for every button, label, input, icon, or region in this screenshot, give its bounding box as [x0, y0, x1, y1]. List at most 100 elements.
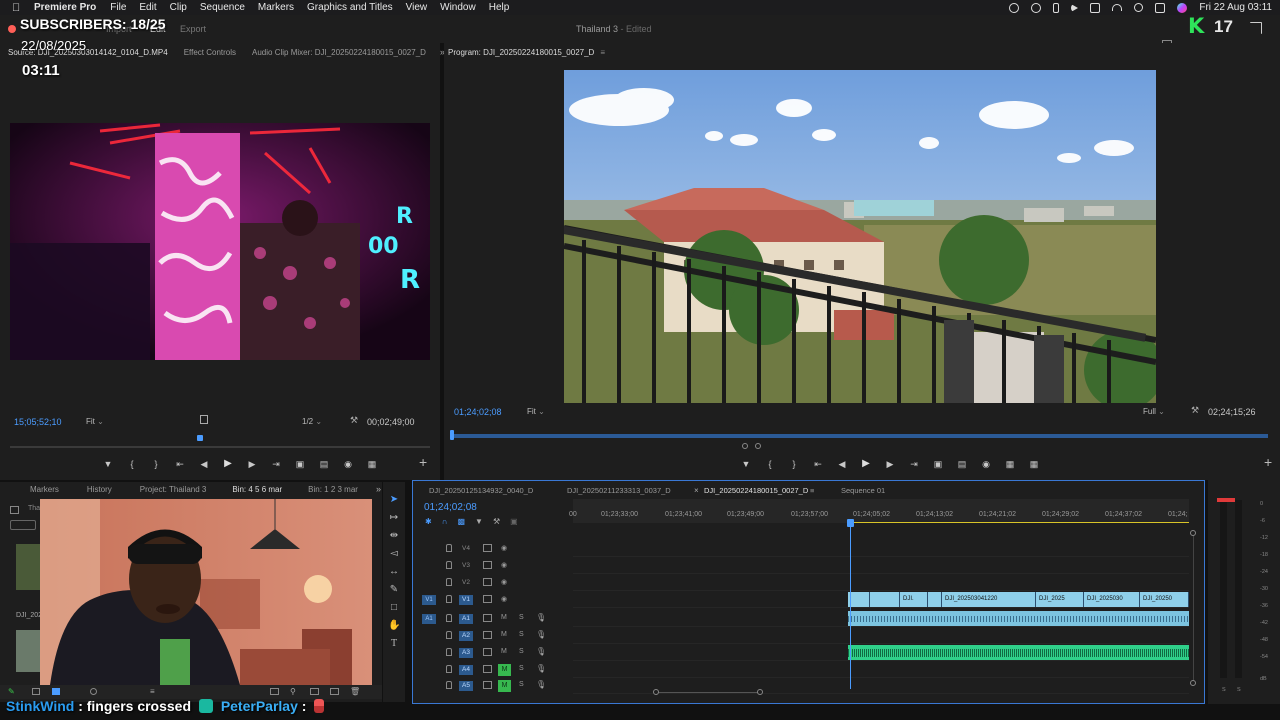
trash-icon[interactable]: 🗑: [350, 687, 360, 696]
mic-icon[interactable]: 🎙: [536, 647, 546, 656]
menu-help[interactable]: Help: [489, 2, 510, 13]
add-button-icon[interactable]: +: [1264, 454, 1272, 470]
zoom-handle-left[interactable]: [742, 443, 748, 449]
solo-left-button[interactable]: S: [1222, 687, 1226, 693]
lock-icon[interactable]: [446, 544, 452, 552]
lock-icon[interactable]: [446, 681, 452, 689]
source-settings-icon[interactable]: [200, 415, 208, 424]
new-bin-icon[interactable]: [310, 688, 319, 695]
creative-cloud-icon[interactable]: [1031, 2, 1042, 13]
wifi-icon[interactable]: [1112, 4, 1123, 11]
solo-button[interactable]: S: [519, 681, 524, 688]
track-name[interactable]: V3: [459, 561, 473, 571]
track-area-a2[interactable]: [573, 628, 1189, 644]
eye-icon[interactable]: ◉: [501, 561, 507, 569]
clip-thumbnail[interactable]: [16, 630, 40, 672]
apple-menu-icon[interactable]: : [12, 2, 24, 14]
tab-effect-controls[interactable]: Effect Controls: [184, 48, 236, 57]
track-area-a1[interactable]: [573, 611, 1189, 627]
new-item-icon[interactable]: [330, 688, 339, 695]
toggle-sync-icon[interactable]: [483, 544, 492, 552]
mark-out-icon[interactable]: }: [788, 459, 800, 469]
timeline-settings-icon[interactable]: ⚒: [493, 517, 500, 526]
video-clip[interactable]: DJI_2025: [1036, 592, 1084, 607]
mark-in-icon[interactable]: {: [126, 459, 138, 469]
marker-icon[interactable]: ▼: [740, 459, 752, 469]
scroll-handle-bottom[interactable]: [1190, 680, 1196, 686]
menu-graphics-titles[interactable]: Graphics and Titles: [307, 2, 393, 13]
mute-button[interactable]: M: [501, 631, 507, 638]
spotlight-icon[interactable]: [1134, 3, 1144, 12]
track-name[interactable]: A1: [459, 614, 473, 624]
type-tool-icon[interactable]: T: [388, 638, 400, 650]
folder-icon[interactable]: [10, 506, 19, 514]
mark-in-icon[interactable]: {: [764, 459, 776, 469]
scroll-handle-left[interactable]: [653, 689, 659, 695]
lock-icon[interactable]: [446, 614, 452, 622]
source-patch-v1[interactable]: V1: [422, 595, 436, 605]
toggle-sync-icon[interactable]: [483, 578, 492, 586]
mic-icon[interactable]: 🎙: [536, 664, 546, 673]
video-clip[interactable]: [870, 592, 900, 607]
list-view-icon[interactable]: [32, 688, 40, 695]
eye-icon[interactable]: ◉: [501, 544, 507, 552]
camera-icon[interactable]: ◉: [980, 459, 992, 469]
program-wrench-icon[interactable]: ⚒: [1191, 405, 1199, 416]
source-fit-dropdown[interactable]: Fit: [86, 417, 104, 426]
tab-history[interactable]: History: [87, 485, 112, 494]
video-clip[interactable]: DJI_20250: [1140, 592, 1189, 607]
go-to-out-icon[interactable]: ⇥: [908, 459, 920, 469]
step-back-icon[interactable]: ◀: [836, 459, 848, 469]
tab-sequence-01[interactable]: Sequence 01: [841, 486, 885, 495]
go-to-in-icon[interactable]: ⇤: [174, 459, 186, 469]
pen-tool-icon[interactable]: ✎: [388, 584, 400, 596]
app-menu[interactable]: Premiere Pro: [34, 2, 96, 13]
control-center-icon[interactable]: [1155, 2, 1166, 13]
workspace-export[interactable]: Export: [180, 24, 206, 34]
track-area-v2[interactable]: [573, 575, 1189, 591]
play-icon[interactable]: ▶: [222, 459, 234, 469]
button-editor-icon[interactable]: ▦: [366, 459, 378, 469]
siri-icon[interactable]: [1177, 2, 1188, 13]
source-playhead[interactable]: [197, 435, 203, 441]
mute-button-active[interactable]: M: [498, 680, 511, 692]
menu-markers[interactable]: Markers: [258, 2, 294, 13]
extract-icon[interactable]: ▤: [956, 459, 968, 469]
find-icon[interactable]: ⚲: [290, 687, 296, 696]
solo-button[interactable]: S: [519, 648, 524, 655]
video-clip[interactable]: DJI.: [900, 592, 928, 607]
menu-window[interactable]: Window: [440, 2, 476, 13]
program-scrub-bar[interactable]: [450, 434, 1268, 438]
timeline-menu-icon[interactable]: ≡: [810, 486, 814, 495]
track-area-a4[interactable]: [573, 662, 1189, 678]
go-to-in-icon[interactable]: ⇤: [812, 459, 824, 469]
solo-right-button[interactable]: S: [1237, 687, 1241, 693]
toggle-sync-icon[interactable]: [483, 681, 492, 689]
peak-indicator[interactable]: [1217, 498, 1235, 502]
ripple-edit-tool-icon[interactable]: ⇹: [388, 530, 400, 542]
tab-markers[interactable]: Markers: [30, 485, 59, 494]
tab-sequence-0037[interactable]: DJI_20250211233313_0037_D: [567, 486, 671, 495]
program-quality-dropdown[interactable]: Full: [1143, 407, 1165, 416]
hand-tool-icon[interactable]: ✋: [388, 620, 400, 632]
tab-audio-clip-mixer[interactable]: Audio Clip Mixer: DJI_20250224180015_002…: [252, 48, 426, 57]
eye-icon[interactable]: ◉: [501, 595, 507, 603]
menu-edit[interactable]: Edit: [139, 2, 156, 13]
now-playing-icon[interactable]: [1071, 3, 1079, 12]
source-scrub-bar[interactable]: [10, 446, 430, 448]
program-video-frame[interactable]: [564, 70, 1156, 403]
toggle-sync-icon[interactable]: [483, 614, 492, 622]
pencil-icon[interactable]: ✎: [8, 687, 15, 696]
program-playhead[interactable]: [450, 430, 454, 440]
mark-out-icon[interactable]: }: [150, 459, 162, 469]
menu-sequence[interactable]: Sequence: [200, 2, 245, 13]
mute-button[interactable]: M: [501, 614, 507, 621]
toggle-sync-icon[interactable]: [483, 595, 492, 603]
sort-icon[interactable]: ≡: [150, 687, 155, 696]
work-area-bar[interactable]: [849, 522, 1189, 523]
toggle-sync-icon[interactable]: [483, 648, 492, 656]
mic-icon[interactable]: 🎙: [536, 680, 546, 689]
scroll-handle-right[interactable]: [757, 689, 763, 695]
close-tab-icon[interactable]: ×: [694, 486, 699, 495]
track-area-a3[interactable]: [573, 645, 1189, 661]
